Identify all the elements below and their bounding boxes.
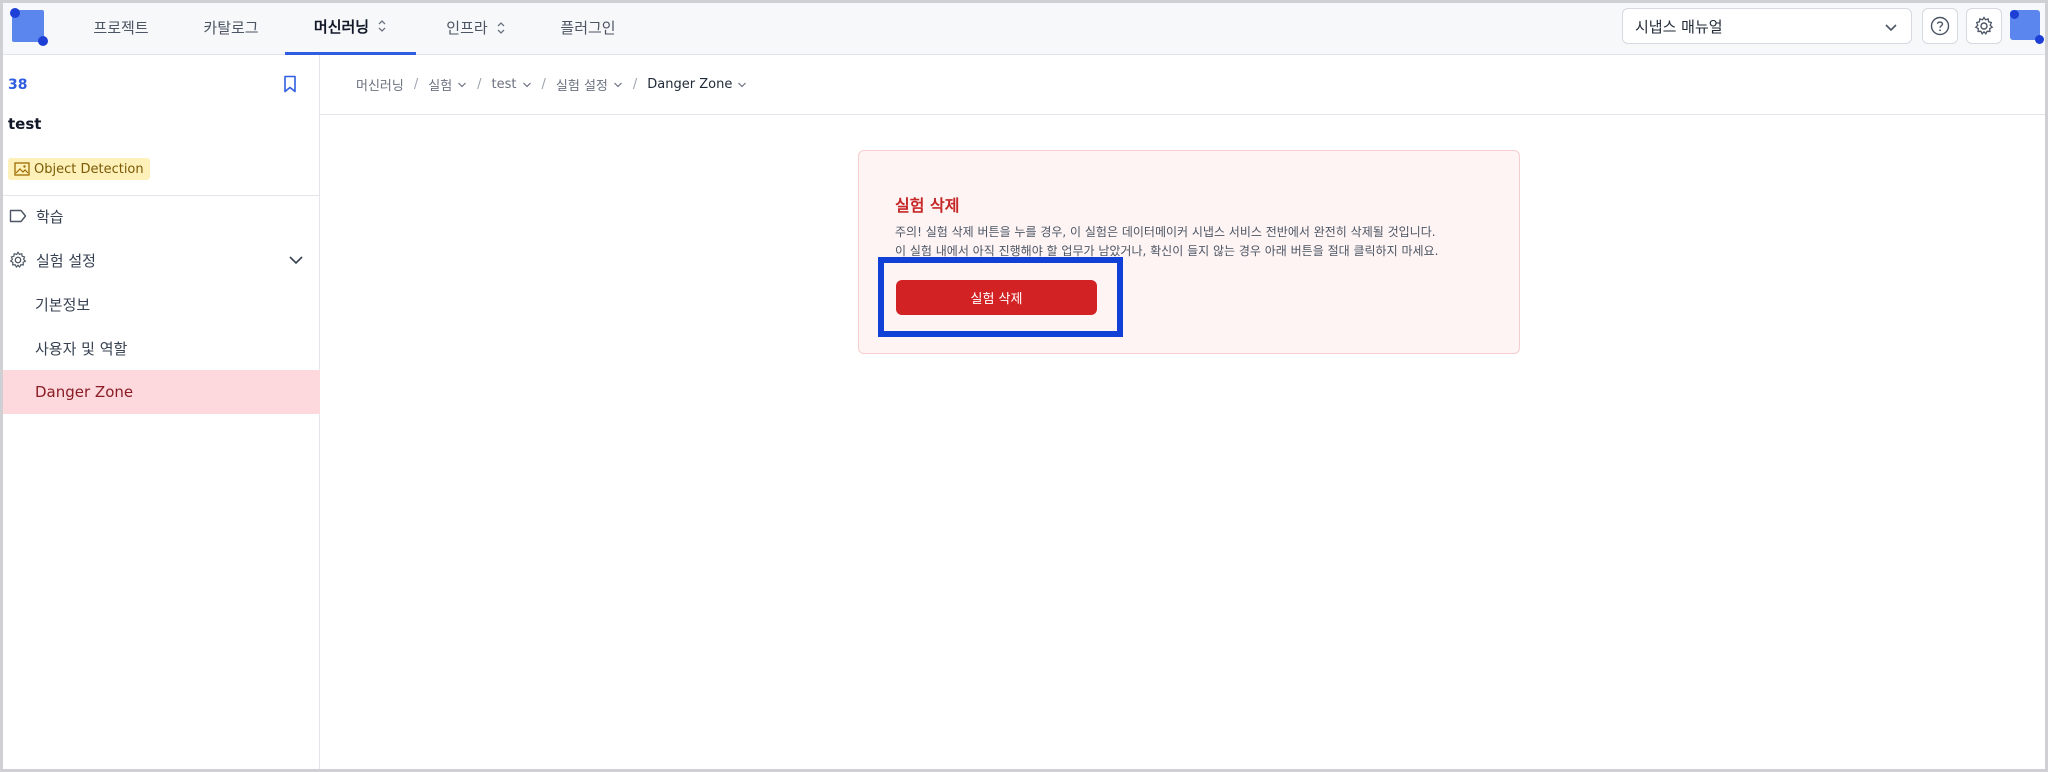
nav-projects-label: 프로젝트 [93, 19, 149, 37]
image-icon [14, 162, 30, 176]
sidebar-item-danger-zone[interactable]: Danger Zone [0, 370, 320, 414]
help-icon [1930, 16, 1950, 36]
breadcrumb-label: 실험 [428, 79, 453, 94]
chevron-down-icon [1885, 24, 1897, 32]
chevron-down-icon [738, 82, 747, 87]
breadcrumb-item-ml[interactable]: 머신러닝 [356, 75, 404, 94]
updown-chevron-icon [497, 21, 505, 34]
breadcrumb-label: 머신러닝 [356, 79, 404, 94]
breadcrumb-item-test[interactable]: test [492, 77, 532, 92]
nav-plugins[interactable]: 플러그인 [548, 0, 628, 55]
task-type-badge: Object Detection [8, 158, 150, 180]
chevron-down-icon [613, 82, 622, 87]
experiment-name: test [8, 115, 42, 133]
gear-icon [9, 251, 27, 269]
breadcrumb-label: 실험 설정 [555, 79, 608, 94]
updown-chevron-icon [378, 20, 386, 32]
sidebar-item-users-roles[interactable]: 사용자 및 역할 [0, 326, 320, 370]
help-button[interactable] [1922, 8, 1958, 44]
bookmark-icon [284, 75, 296, 93]
settings-button[interactable] [1966, 8, 2002, 44]
nav-infra[interactable]: 인프라 [432, 0, 520, 55]
breadcrumb-separator: / [477, 77, 482, 92]
bookmark-button[interactable] [282, 75, 298, 97]
breadcrumb-separator: / [413, 77, 419, 92]
task-type-label: Object Detection [34, 161, 144, 177]
danger-title: 실험 삭제 [895, 196, 960, 215]
chevron-down-icon [522, 82, 531, 87]
breadcrumb-label: test [491, 77, 517, 92]
breadcrumb-label: Danger Zone [647, 77, 733, 92]
sidebar-item-label: 실험 설정 [36, 251, 96, 270]
breadcrumb-item-experiment[interactable]: 실험 [428, 75, 467, 94]
experiment-id: 38 [8, 77, 28, 93]
chevron-down-icon [289, 256, 303, 265]
breadcrumb-separator: / [632, 77, 638, 92]
sidebar-item-experiment-settings[interactable]: 실험 설정 [0, 238, 320, 282]
nav-machine-learning-label: 머신러닝 [313, 17, 370, 36]
gear-icon [1974, 16, 1994, 35]
sidebar-item-label: Danger Zone [35, 383, 134, 401]
breadcrumb: 머신러닝 / 실험 / test / 실험 설정 / Danger Zone [320, 55, 2048, 115]
sidebar: 38 test Object Detection 학습 실험 설정 기본정보 사… [0, 55, 320, 772]
tag-icon [9, 209, 27, 223]
breadcrumb-separator: / [541, 77, 546, 92]
nav-plugins-label: 플러그인 [560, 19, 616, 37]
manual-select[interactable]: 시냅스 매뉴얼 [1622, 8, 1912, 44]
avatar[interactable] [2010, 10, 2044, 44]
danger-warning-line-1: 주의! 실험 삭제 버튼을 누를 경우, 이 실험은 데이터메이커 시냅스 서비… [895, 225, 1436, 239]
nav-infra-label: 인프라 [446, 19, 488, 37]
nav-catalog-label: 카탈로그 [203, 19, 259, 37]
manual-select-value: 시냅스 매뉴얼 [1635, 17, 1723, 36]
delete-experiment-button[interactable]: 실험 삭제 [896, 280, 1097, 315]
nav-machine-learning[interactable]: 머신러닝 [285, 0, 416, 55]
sidebar-item-training[interactable]: 학습 [0, 194, 320, 238]
app-logo[interactable] [10, 8, 48, 46]
breadcrumb-item-danger-zone[interactable]: Danger Zone [647, 77, 747, 92]
nav-catalog[interactable]: 카탈로그 [190, 0, 272, 55]
nav-projects[interactable]: 프로젝트 [80, 0, 162, 55]
top-navigation: 프로젝트 카탈로그 머신러닝 인프라 플러그인 시냅스 매뉴얼 [0, 0, 2048, 55]
chevron-down-icon [458, 82, 467, 87]
sidebar-item-label: 학습 [36, 207, 64, 226]
breadcrumb-item-settings[interactable]: 실험 설정 [556, 75, 623, 94]
sidebar-item-basic-info[interactable]: 기본정보 [0, 282, 320, 326]
sidebar-item-label: 기본정보 [35, 295, 91, 314]
sidebar-item-label: 사용자 및 역할 [35, 339, 128, 358]
